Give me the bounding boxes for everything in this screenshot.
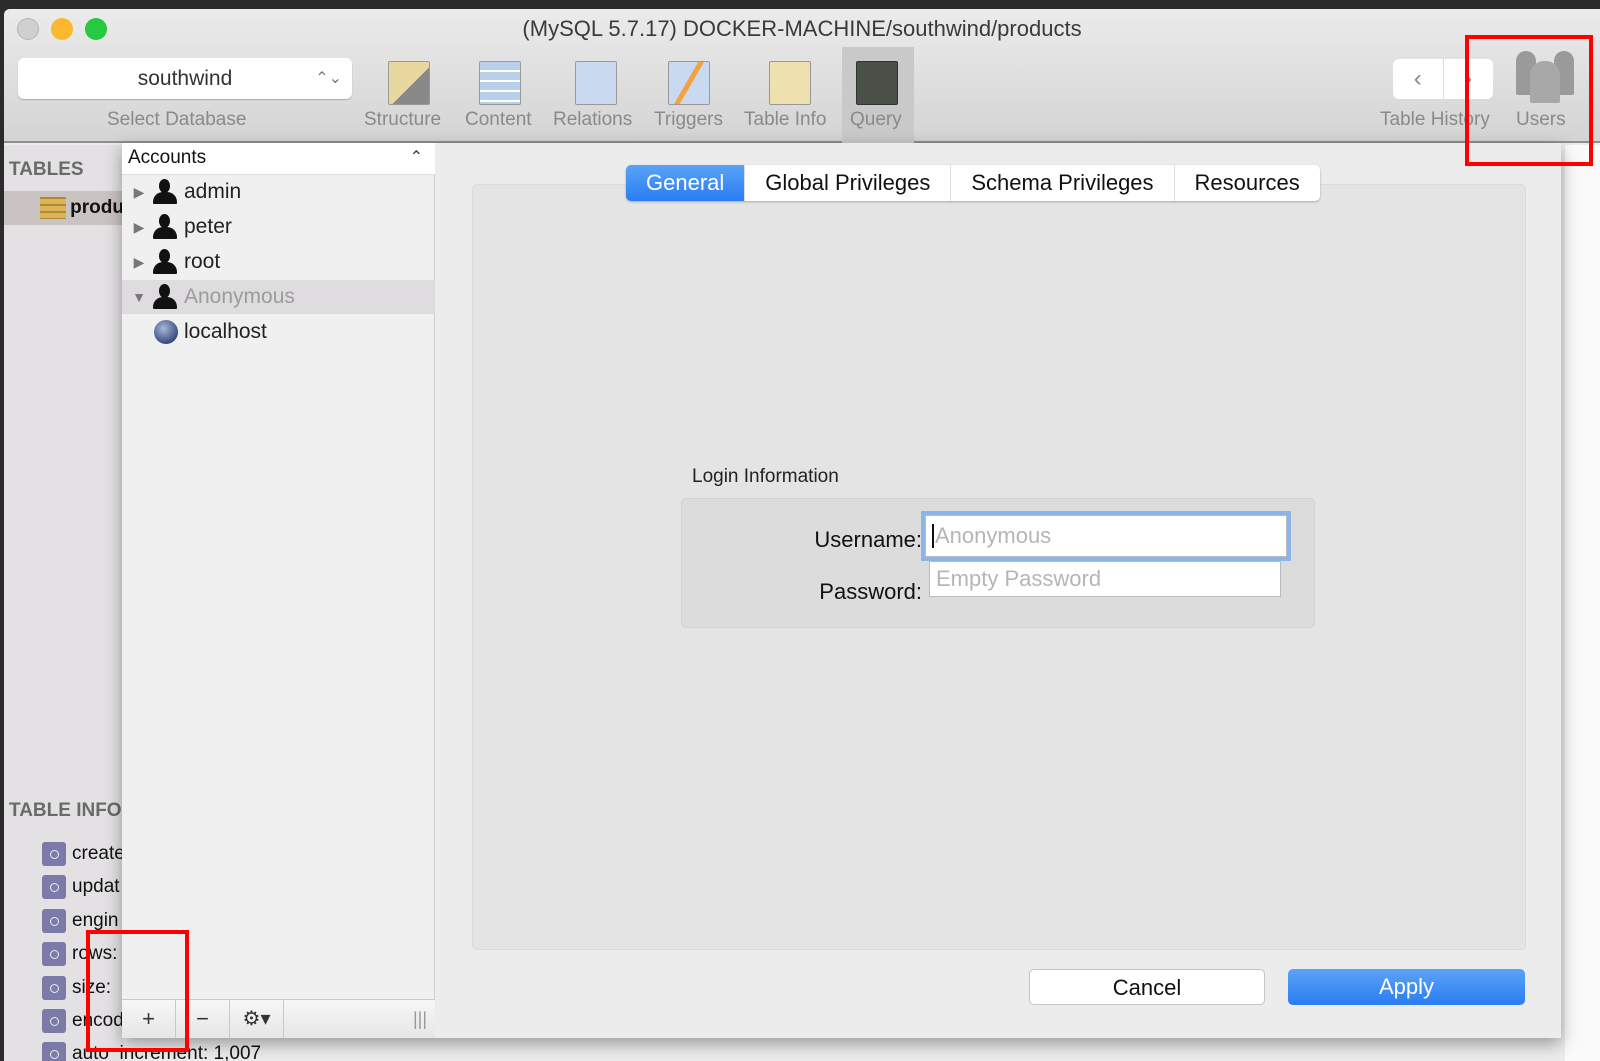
select-database-label: Select Database: [107, 109, 247, 130]
user-icon: [152, 179, 178, 205]
toolbar-query[interactable]: Query: [850, 109, 902, 131]
tab-general[interactable]: General: [626, 165, 746, 201]
tab-global-privileges[interactable]: Global Privileges: [745, 165, 952, 201]
password-input[interactable]: Empty Password: [929, 561, 1281, 597]
accounts-header[interactable]: Accounts ⌃: [122, 143, 435, 175]
structure-icon[interactable]: [388, 61, 430, 105]
highlight-users-box: [1465, 35, 1593, 166]
user-icon: [152, 214, 178, 240]
query-terminal-icon[interactable]: [856, 61, 898, 105]
toolbar-triggers[interactable]: Triggers: [654, 109, 723, 131]
database-name: southwind: [137, 67, 233, 90]
login-information-label: Login Information: [692, 466, 839, 487]
sort-chevron-icon: ⌃: [409, 149, 423, 166]
highlight-add-box: [86, 930, 189, 1052]
username-input[interactable]: Anonymous: [925, 515, 1287, 557]
database-select[interactable]: southwind ⌃⌄: [18, 58, 352, 99]
users-sheet: Accounts ⌃ ▶ admin ▶ peter ▶ root ▼ Anonymous…: [122, 143, 1561, 1038]
password-label: Password:: [819, 579, 922, 604]
info-item: updat: [42, 875, 120, 899]
toolbar: (MySQL 5.7.17) DOCKER-MACHINE/southwind/…: [4, 9, 1600, 143]
triggers-icon[interactable]: [668, 61, 710, 105]
user-icon: [152, 284, 178, 310]
window-title: (MySQL 5.7.17) DOCKER-MACHINE/southwind/…: [522, 16, 1082, 41]
gear-menu-button[interactable]: ⚙▾: [230, 1000, 284, 1038]
updown-chevron-icon: ⌃⌄: [315, 70, 342, 87]
tab-schema-privileges[interactable]: Schema Privileges: [951, 165, 1175, 201]
globe-icon: [154, 320, 178, 344]
account-row-admin[interactable]: ▶ admin: [122, 175, 435, 209]
account-row-root[interactable]: ▶ root: [122, 245, 435, 279]
disclosure-down-icon: ▼: [132, 289, 146, 305]
apply-button[interactable]: Apply: [1288, 969, 1525, 1005]
disclosure-right-icon: ▶: [133, 253, 145, 270]
resize-grip-icon[interactable]: |||: [413, 1000, 427, 1038]
toolbar-structure[interactable]: Structure: [364, 109, 441, 131]
table-info-header: TABLE INFO: [9, 800, 122, 821]
table-row-products[interactable]: produ: [4, 191, 124, 225]
tab-bar: General Global Privileges Schema Privile…: [626, 165, 1320, 201]
back-button[interactable]: ‹: [1393, 59, 1444, 99]
host-row-localhost[interactable]: localhost: [122, 315, 435, 349]
table-info-icon[interactable]: [769, 61, 811, 105]
relations-icon[interactable]: [575, 61, 617, 105]
toolbar-relations[interactable]: Relations: [553, 109, 632, 131]
disclosure-right-icon: ▶: [133, 183, 145, 200]
cancel-button[interactable]: Cancel: [1029, 969, 1265, 1005]
account-row-anonymous[interactable]: ▼ Anonymous: [122, 280, 435, 314]
tables-header: TABLES: [9, 159, 84, 180]
info-item: create: [42, 842, 125, 866]
table-icon: [40, 197, 67, 219]
tab-resources[interactable]: Resources: [1175, 165, 1320, 201]
user-icon: [152, 249, 178, 275]
disclosure-right-icon: ▶: [133, 218, 145, 235]
toolbar-content[interactable]: Content: [465, 109, 532, 131]
background-content: [1565, 145, 1600, 1061]
main-sidebar: TABLES produ TABLE INFO create updat eng…: [4, 145, 261, 1061]
content-icon[interactable]: [479, 61, 521, 105]
username-label: Username:: [814, 527, 922, 552]
toolbar-table-info[interactable]: Table Info: [744, 109, 826, 131]
account-row-peter[interactable]: ▶ peter: [122, 210, 435, 244]
accounts-panel: Accounts ⌃ ▶ admin ▶ peter ▶ root ▼ Anonymous…: [122, 143, 435, 1038]
text-caret: [932, 524, 934, 548]
